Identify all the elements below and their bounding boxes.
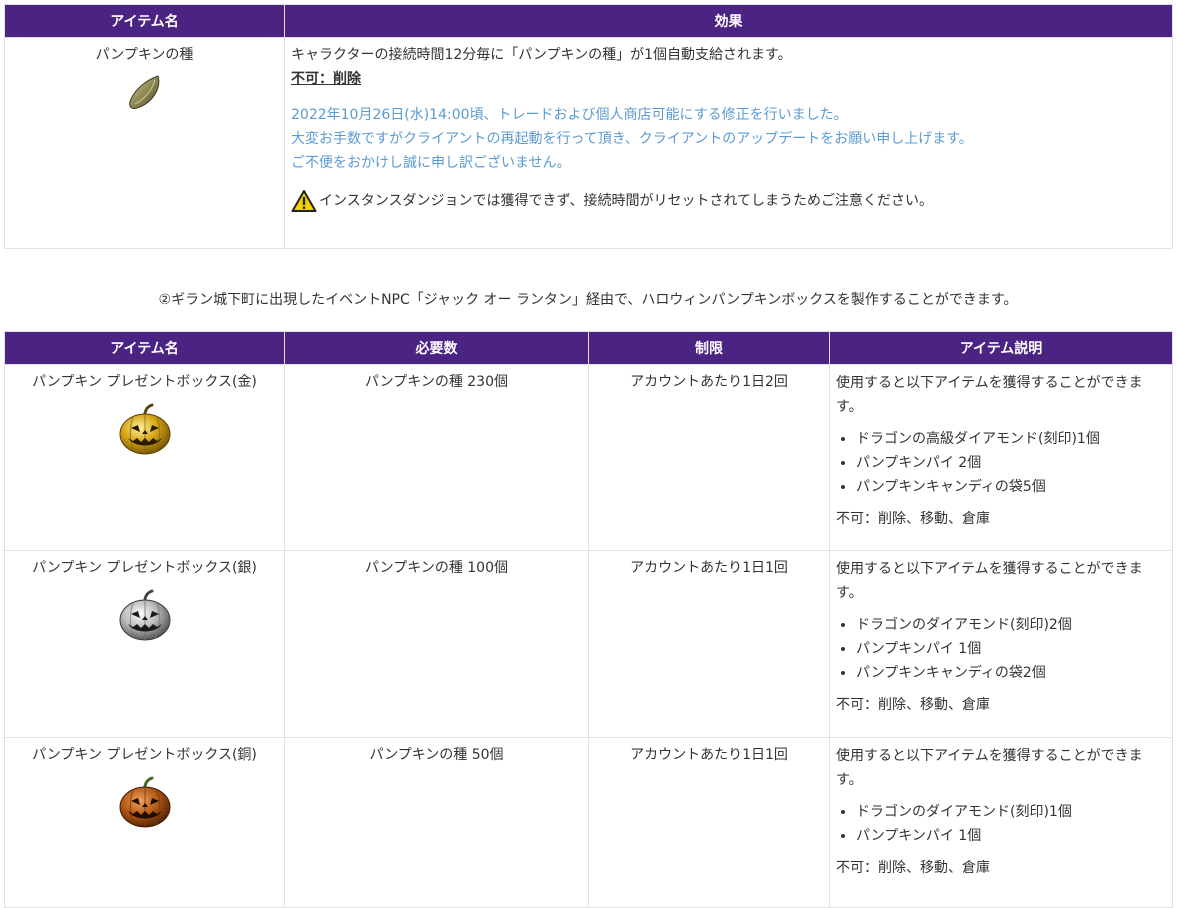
- notice-line-2: 大変お手数ですがクライアントの再起動を行って頂き、クライアントのアップデートをお…: [291, 131, 973, 147]
- notice-line-1: 2022年10月26日(水)14:00頃、トレードおよび個人商店可能にする修正を…: [291, 107, 848, 123]
- list-item: ドラゴンのダイアモンド(刻印)2個: [856, 613, 1166, 637]
- pumpkin-seed-icon: [128, 75, 159, 109]
- required-cell: パンプキンの種 50個: [284, 737, 589, 908]
- effect-cell: キャラクターの接続時間12分毎に「パンプキンの種」が1個自動支給されます。 不可…: [284, 37, 1173, 249]
- header-item-name: アイテム名: [4, 331, 285, 365]
- list-item: パンプキンパイ 2個: [856, 451, 1166, 475]
- list-item: パンプキンパイ 1個: [856, 637, 1166, 661]
- gold-pumpkin-box-icon: [119, 403, 170, 455]
- table-row: パンプキン プレゼントボックス(銅) パンプキンの種 50個 アカウントあたり1…: [4, 737, 1173, 908]
- pumpkin-box-table: アイテム名 必要数 制限 アイテム説明 パンプキン プレゼントボックス(金) パ…: [4, 331, 1173, 908]
- limit-cell: アカウントあたり1日1回: [588, 550, 830, 738]
- seed-effect-table: アイテム名 効果 パンプキンの種 キャラクターの接続時間12分毎に「パンプキンの…: [4, 4, 1173, 249]
- restriction-text: 不可：削除、移動、倉庫: [836, 697, 990, 713]
- table-header-row: アイテム名 効果: [4, 4, 1173, 38]
- bronze-pumpkin-box-icon: [119, 776, 170, 828]
- craft-caption: ②ギラン城下町に出現したイベントNPC「ジャック オー ランタン」経由で、ハロウ…: [158, 292, 1018, 308]
- item-name: パンプキンの種: [95, 47, 194, 63]
- list-item: ドラゴンの高級ダイアモンド(刻印)1個: [856, 427, 1166, 451]
- description-intro: 使用すると以下アイテムを獲得することができます。: [836, 748, 1143, 788]
- list-item: パンプキンキャンディの袋2個: [856, 661, 1166, 685]
- item-name-cell: パンプキン プレゼントボックス(銅): [4, 737, 285, 908]
- description-cell: 使用すると以下アイテムを獲得することができます。 ドラゴンの高級ダイアモンド(刻…: [829, 364, 1173, 551]
- list-item: ドラゴンのダイアモンド(刻印)1個: [856, 800, 1166, 824]
- header-effect: 効果: [284, 4, 1173, 38]
- restriction-text: 不可：削除: [291, 71, 361, 87]
- item-name-cell: パンプキン プレゼントボックス(金): [4, 364, 285, 551]
- header-description: アイテム説明: [829, 331, 1173, 365]
- list-item: パンプキンキャンディの袋5個: [856, 475, 1166, 499]
- limit-cell: アカウントあたり1日2回: [588, 364, 830, 551]
- item-name: パンプキン プレゼントボックス(金): [32, 374, 257, 390]
- required-cell: パンプキンの種 230個: [284, 364, 589, 551]
- table-row: パンプキン プレゼントボックス(金) パンプキンの種 230個 アカウントあたり…: [4, 364, 1173, 551]
- description-intro: 使用すると以下アイテムを獲得することができます。: [836, 561, 1143, 601]
- list-item: パンプキンパイ 1個: [856, 824, 1166, 848]
- required-cell: パンプキンの種 100個: [284, 550, 589, 738]
- header-item-name: アイテム名: [4, 4, 285, 38]
- limit-cell: アカウントあたり1日1回: [588, 737, 830, 908]
- reward-list: ドラゴンの高級ダイアモンド(刻印)1個 パンプキンパイ 2個 パンプキンキャンデ…: [836, 427, 1166, 499]
- warning-icon: [291, 190, 317, 212]
- table-row: パンプキン プレゼントボックス(銀) パンプキンの種 100個 アカウントあたり…: [4, 550, 1173, 738]
- description-intro: 使用すると以下アイテムを獲得することができます。: [836, 375, 1143, 415]
- restriction-text: 不可：削除、移動、倉庫: [836, 860, 990, 876]
- effect-line: キャラクターの接続時間12分毎に「パンプキンの種」が1個自動支給されます。: [291, 47, 792, 63]
- notice-line-3: ご不便をおかけし誠に申し訳ございません。: [291, 155, 571, 171]
- table-header-row: アイテム名 必要数 制限 アイテム説明: [4, 331, 1173, 365]
- item-name: パンプキン プレゼントボックス(銀): [32, 560, 257, 576]
- header-limit: 制限: [588, 331, 830, 365]
- warning-text: インスタンスダンジョンでは獲得できず、接続時間がリセットされてしまうためご注意く…: [319, 193, 934, 209]
- restriction-text: 不可：削除、移動、倉庫: [836, 511, 990, 527]
- description-cell: 使用すると以下アイテムを獲得することができます。 ドラゴンのダイアモンド(刻印)…: [829, 550, 1173, 738]
- warning-line: インスタンスダンジョンでは獲得できず、接続時間がリセットされてしまうためご注意く…: [291, 189, 1166, 213]
- item-name-cell: パンプキン プレゼントボックス(銀): [4, 550, 285, 738]
- item-name: パンプキン プレゼントボックス(銅): [32, 747, 257, 763]
- header-required: 必要数: [284, 331, 589, 365]
- item-name-cell: パンプキンの種: [4, 37, 285, 249]
- table-row: パンプキンの種 キャラクターの接続時間12分毎に「パンプキンの種」が1個自動支給…: [4, 37, 1173, 249]
- description-cell: 使用すると以下アイテムを獲得することができます。 ドラゴンのダイアモンド(刻印)…: [829, 737, 1173, 908]
- silver-pumpkin-box-icon: [119, 589, 170, 641]
- reward-list: ドラゴンのダイアモンド(刻印)1個 パンプキンパイ 1個: [836, 800, 1166, 848]
- reward-list: ドラゴンのダイアモンド(刻印)2個 パンプキンパイ 1個 パンプキンキャンディの…: [836, 613, 1166, 685]
